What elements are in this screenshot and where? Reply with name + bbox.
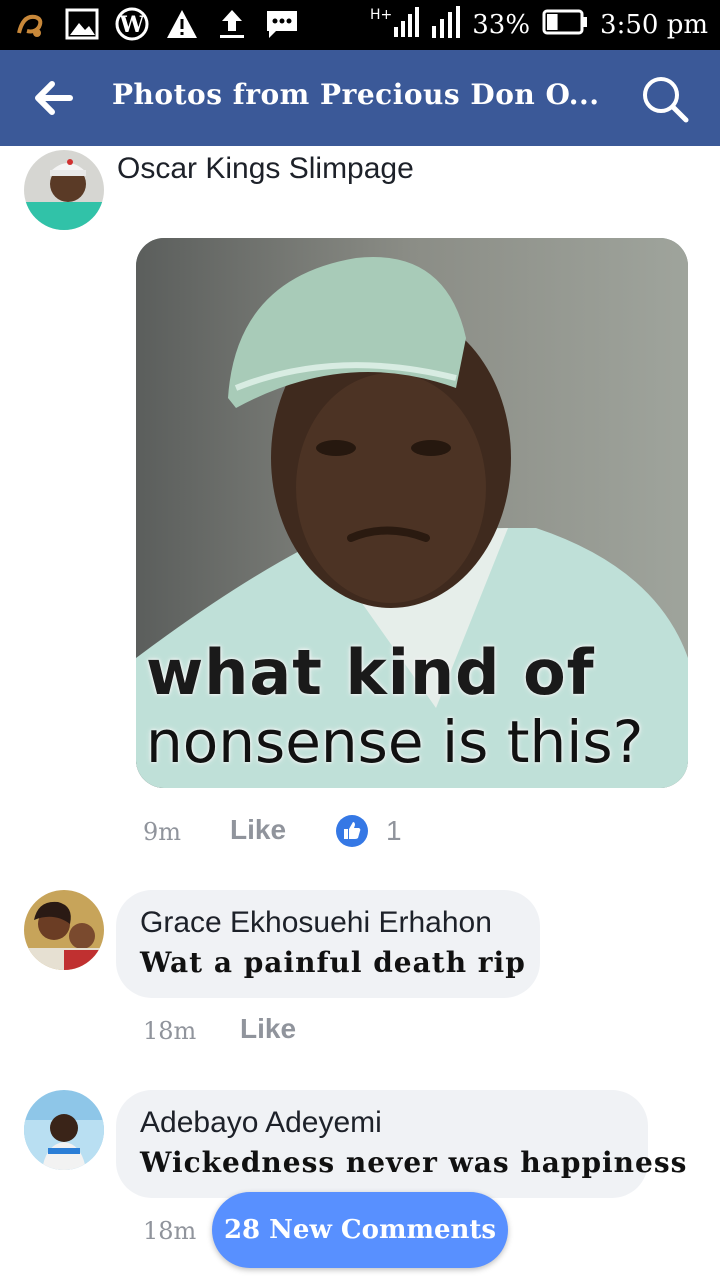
battery-percent: 33%: [472, 10, 531, 40]
comment-2-timestamp: 18m: [143, 1217, 197, 1245]
comment-text: Wickedness never was happiness: [140, 1146, 688, 1179]
comment-text: Wat a painful death rip: [140, 946, 526, 979]
avatar-post-author[interactable]: [24, 150, 104, 230]
battery-icon: [542, 9, 588, 42]
comment-1-timestamp: 18m: [143, 1017, 197, 1045]
gallery-icon: [64, 6, 100, 42]
app-bar: Photos from Precious Don O...: [0, 50, 720, 146]
reaction-count[interactable]: 1: [386, 815, 402, 847]
signal-icon: [394, 6, 420, 44]
page-title: Photos from Precious Don O...: [112, 78, 600, 111]
signal-icon-2: [432, 5, 461, 45]
wordpress-icon: W: [114, 6, 150, 42]
status-bar: W H+ 33% 3:50 pm: [0, 0, 720, 50]
avatar-commenter-2[interactable]: [24, 1090, 104, 1170]
comment-1-like-button[interactable]: Like: [240, 1013, 296, 1045]
commenter-name[interactable]: Adebayo Adeyemi: [140, 1106, 382, 1140]
message-icon: [264, 6, 300, 42]
comment-bubble-1[interactable]: Grace Ekhosuehi Erhahon Wat a painful de…: [116, 890, 540, 998]
network-type-label: H+: [369, 7, 393, 23]
like-reaction-icon[interactable]: [336, 815, 368, 847]
clock: 3:50 pm: [600, 10, 708, 40]
post-timestamp: 9m: [143, 818, 182, 846]
search-icon[interactable]: [640, 74, 690, 124]
commenter-name[interactable]: Grace Ekhosuehi Erhahon: [140, 906, 492, 940]
new-comments-button[interactable]: 28 New Comments: [212, 1192, 508, 1268]
uc-browser-icon: [14, 6, 50, 42]
photo-caption-line-1: what kind of: [146, 636, 595, 709]
upload-icon: [214, 6, 250, 42]
photo-caption-line-2: nonsense is this?: [146, 708, 644, 776]
warning-icon: [164, 6, 200, 42]
post-author-name[interactable]: Oscar Kings Slimpage: [117, 152, 414, 186]
post-like-button[interactable]: Like: [230, 814, 286, 846]
back-arrow-icon[interactable]: [32, 78, 76, 118]
post-photo[interactable]: what kind of nonsense is this?: [136, 238, 688, 788]
svg-text:W: W: [119, 12, 145, 38]
comment-bubble-2[interactable]: Adebayo Adeyemi Wickedness never was hap…: [116, 1090, 686, 1198]
avatar-commenter-1[interactable]: [24, 890, 104, 970]
